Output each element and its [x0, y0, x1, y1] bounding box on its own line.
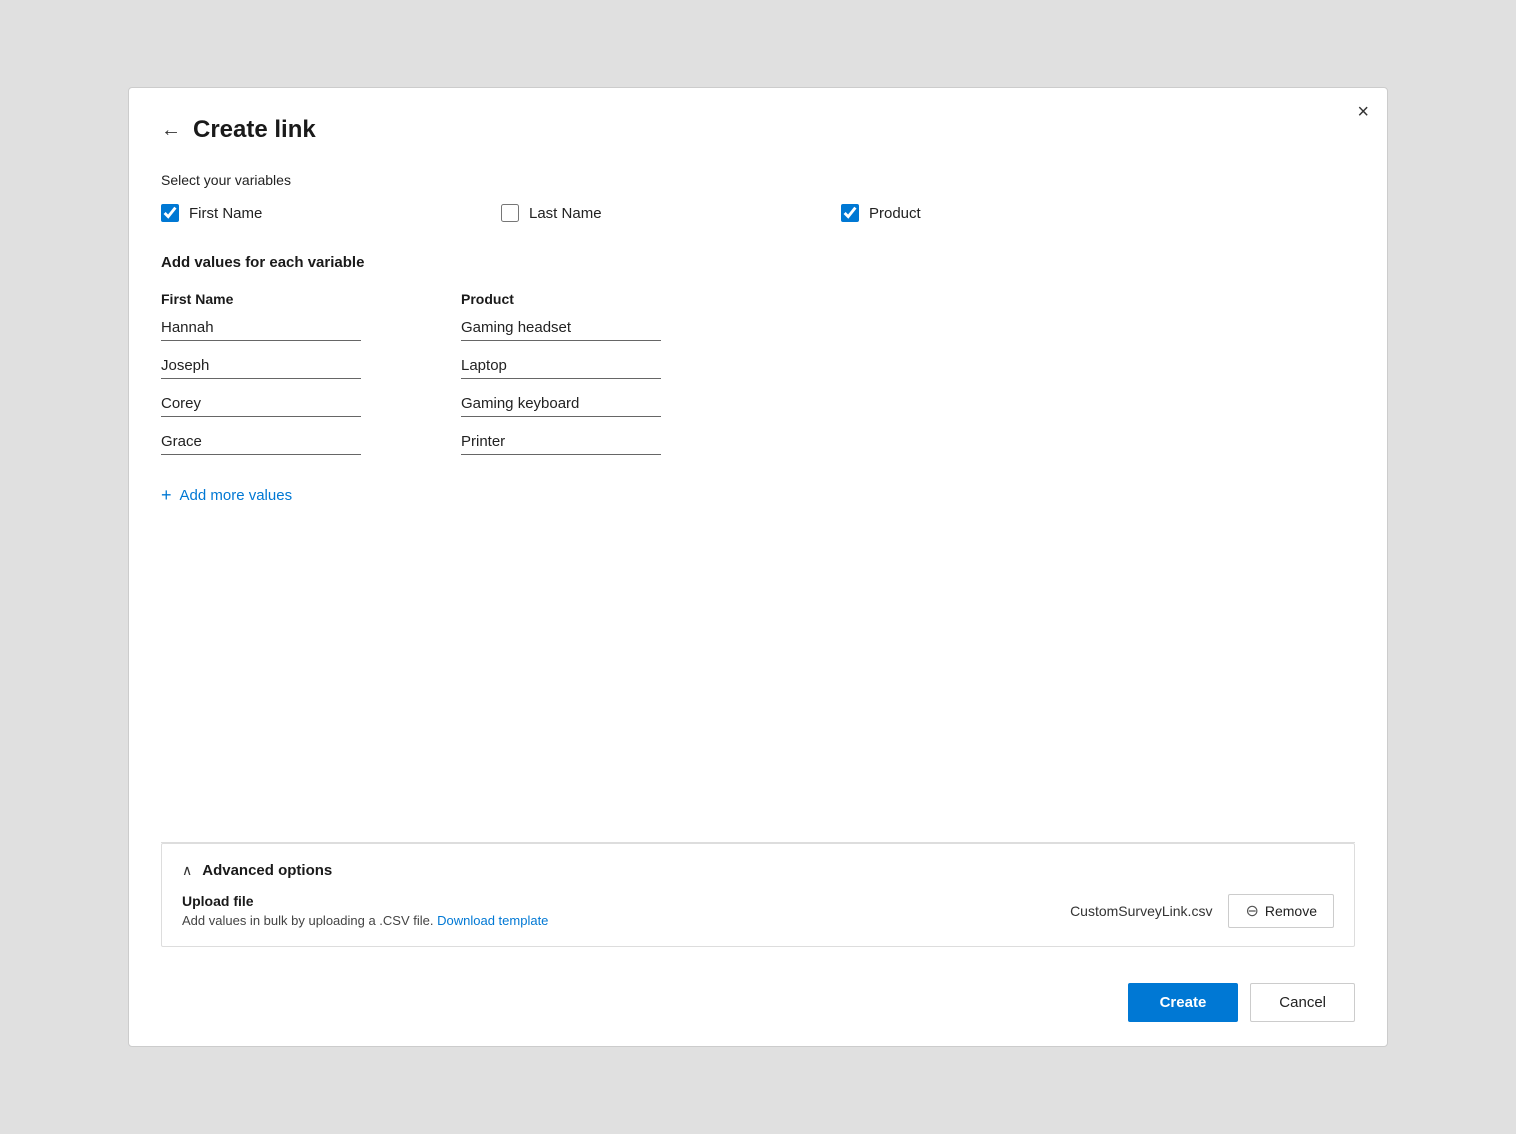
variables-section-label: Select your variables	[161, 172, 1355, 188]
upload-file-label: Upload file	[182, 893, 548, 909]
remove-label: Remove	[1265, 903, 1317, 919]
table-row	[161, 353, 1355, 379]
dialog-title: Create link	[193, 116, 316, 144]
chevron-up-icon: ∧	[182, 862, 192, 879]
table-row	[161, 315, 1355, 341]
csv-filename: CustomSurveyLink.csv	[1070, 903, 1212, 919]
first-name-input-1[interactable]	[161, 315, 361, 341]
add-more-values-button[interactable]: + Add more values	[161, 485, 292, 506]
advanced-options-header[interactable]: ∧ Advanced options	[182, 862, 1334, 879]
variables-row: First Name Last Name Product	[161, 204, 1355, 222]
dialog-footer: Create Cancel	[161, 947, 1355, 1022]
values-table-header: First Name Product	[161, 291, 1355, 307]
upload-left: Upload file Add values in bulk by upload…	[182, 893, 548, 928]
back-button[interactable]: ←	[161, 120, 181, 140]
title-row: ← Create link	[161, 116, 1355, 144]
product-input-1[interactable]	[461, 315, 661, 341]
plus-icon: +	[161, 485, 172, 506]
product-input-4[interactable]	[461, 429, 661, 455]
download-template-link[interactable]: Download template	[437, 913, 548, 928]
product-input-3[interactable]	[461, 391, 661, 417]
product-input-2[interactable]	[461, 353, 661, 379]
remove-icon: ⊖	[1245, 901, 1258, 921]
first-name-input-4[interactable]	[161, 429, 361, 455]
product-label[interactable]: Product	[869, 205, 921, 222]
col-header-product: Product	[461, 291, 671, 307]
table-row	[161, 391, 1355, 417]
upload-right: CustomSurveyLink.csv ⊖ Remove	[1070, 894, 1334, 928]
advanced-options-section: ∧ Advanced options Upload file Add value…	[161, 843, 1355, 947]
upload-desc-text: Add values in bulk by uploading a .CSV f…	[182, 913, 434, 928]
upload-description: Add values in bulk by uploading a .CSV f…	[182, 913, 548, 928]
add-values-title: Add values for each variable	[161, 254, 1355, 271]
upload-row: Upload file Add values in bulk by upload…	[182, 893, 1334, 928]
remove-button[interactable]: ⊖ Remove	[1228, 894, 1334, 928]
first-name-input-2[interactable]	[161, 353, 361, 379]
checkbox-last-name: Last Name	[501, 204, 841, 222]
close-button[interactable]: ×	[1357, 102, 1369, 122]
cancel-button[interactable]: Cancel	[1250, 983, 1355, 1022]
checkbox-first-name: First Name	[161, 204, 501, 222]
last-name-checkbox[interactable]	[501, 204, 519, 222]
first-name-checkbox[interactable]	[161, 204, 179, 222]
first-name-input-3[interactable]	[161, 391, 361, 417]
checkbox-product: Product	[841, 204, 1181, 222]
add-values-section: Add values for each variable First Name …	[161, 254, 1355, 818]
add-more-label: Add more values	[180, 487, 293, 504]
product-checkbox[interactable]	[841, 204, 859, 222]
last-name-label[interactable]: Last Name	[529, 205, 602, 222]
table-row	[161, 429, 1355, 455]
col-header-first-name: First Name	[161, 291, 371, 307]
values-rows	[161, 315, 1355, 467]
create-button[interactable]: Create	[1128, 983, 1239, 1022]
advanced-options-title: Advanced options	[202, 862, 332, 879]
create-link-dialog: × ← Create link Select your variables Fi…	[128, 87, 1388, 1047]
first-name-label[interactable]: First Name	[189, 205, 262, 222]
